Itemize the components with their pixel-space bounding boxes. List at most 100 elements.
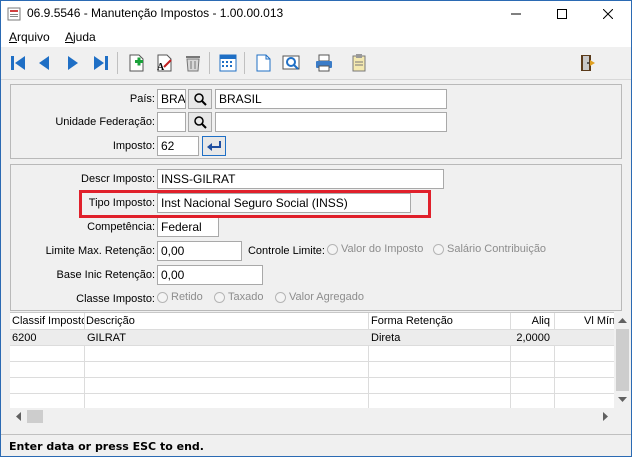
limite-retencao-field[interactable]: 0,00	[157, 241, 242, 261]
column-header-vl-min[interactable]: Vl Mín	[584, 315, 614, 327]
table-row-empty[interactable]	[10, 378, 614, 394]
cell-forma-retencao: Direta	[371, 332, 401, 344]
descr-imposto-label: Descr Imposto:	[81, 173, 155, 185]
table-row-empty[interactable]	[10, 362, 614, 378]
menu-bar: Arquivo Ajuda	[1, 27, 631, 47]
radio-retido[interactable]: Retido	[157, 291, 203, 303]
pais-label: País:	[129, 93, 155, 105]
radio-label: Taxado	[228, 291, 264, 303]
exit-button[interactable]	[575, 51, 599, 75]
title-bar: 06.9.5546 - Manutenção Impostos - 1.00.0…	[1, 1, 631, 27]
next-record-button[interactable]	[61, 51, 85, 75]
vertical-scrollbar[interactable]	[614, 312, 631, 408]
new-document-button[interactable]	[251, 51, 275, 75]
confirm-button[interactable]	[202, 136, 226, 156]
maximize-icon	[557, 9, 567, 19]
uf-lookup-button[interactable]	[188, 112, 212, 132]
new-document-icon	[256, 54, 271, 72]
menu-arquivo[interactable]: Arquivo	[9, 30, 50, 44]
impostos-grid[interactable]: Classif Imposto Descrição Forma Retenção…	[10, 312, 614, 409]
menu-ajuda[interactable]: Ajuda	[65, 30, 96, 44]
application-window: 06.9.5546 - Manutenção Impostos - 1.00.0…	[0, 0, 632, 457]
radio-label: Retido	[171, 291, 203, 303]
last-record-button[interactable]	[89, 51, 113, 75]
radio-circle	[433, 243, 444, 255]
search-icon	[194, 116, 207, 129]
uf-label: Unidade Federação:	[55, 116, 155, 128]
toolbar: A	[1, 47, 631, 80]
first-record-button[interactable]	[6, 51, 30, 75]
horizontal-scroll-thumb[interactable]	[27, 410, 43, 423]
pais-code-field[interactable]: BRA	[157, 89, 186, 109]
close-button[interactable]	[585, 1, 631, 27]
window-title: 06.9.5546 - Manutenção Impostos - 1.00.0…	[27, 6, 284, 20]
minimize-button[interactable]	[493, 1, 539, 27]
previous-record-button[interactable]	[32, 51, 56, 75]
column-header-forma-retencao[interactable]: Forma Retenção	[371, 315, 511, 327]
uf-code-field[interactable]	[157, 112, 186, 132]
column-header-classif[interactable]: Classif Imposto	[12, 315, 84, 327]
radio-salario-contribuicao[interactable]: Salário Contribuição	[433, 243, 546, 255]
previous-record-icon	[39, 56, 49, 70]
search-icon	[194, 93, 207, 106]
edit-icon: A	[157, 54, 172, 73]
cell-classif: 6200	[12, 332, 37, 344]
horizontal-scrollbar[interactable]	[10, 408, 614, 425]
delete-icon	[186, 56, 200, 72]
edit-button[interactable]: A	[152, 51, 176, 75]
preview-icon	[282, 55, 300, 70]
toolbar-separator	[117, 52, 118, 74]
minimize-icon	[511, 13, 521, 15]
add-button[interactable]	[124, 51, 148, 75]
first-record-icon	[11, 56, 25, 70]
radio-taxado[interactable]: Taxado	[214, 291, 263, 303]
pais-lookup-button[interactable]	[188, 89, 212, 109]
imposto-field[interactable]: 62	[157, 136, 199, 156]
scroll-down-icon[interactable]	[614, 391, 631, 408]
radio-label: Salário Contribuição	[447, 243, 547, 255]
calendar-icon	[219, 54, 237, 72]
toolbar-separator	[209, 52, 210, 74]
grid-header: Classif Imposto Descrição Forma Retenção…	[10, 313, 614, 330]
print-button[interactable]	[312, 51, 336, 75]
uf-name-field	[215, 112, 447, 132]
table-row[interactable]: 6200 GILRAT Direta 2,0000	[10, 330, 614, 346]
limite-retencao-label: Limite Max. Retenção:	[45, 245, 155, 257]
next-record-icon	[68, 56, 78, 70]
base-retencao-field[interactable]: 0,00	[157, 265, 263, 285]
pais-name-field: BRASIL	[215, 89, 447, 109]
scroll-right-icon[interactable]	[597, 408, 614, 425]
clipboard-button[interactable]	[347, 51, 371, 75]
last-record-icon	[94, 56, 108, 70]
svg-text:A: A	[157, 62, 165, 73]
close-icon	[603, 9, 613, 19]
delete-button[interactable]	[181, 51, 205, 75]
radio-circle	[157, 291, 168, 303]
radio-label: Valor do Imposto	[341, 243, 424, 255]
print-icon	[316, 54, 332, 72]
clipboard-icon	[352, 54, 366, 72]
cell-aliq: 2,0000	[516, 332, 550, 344]
competencia-label: Competência:	[87, 221, 155, 233]
preview-button[interactable]	[279, 51, 303, 75]
vertical-scroll-thumb[interactable]	[616, 329, 629, 391]
radio-label: Valor Agregado	[289, 291, 365, 303]
descr-imposto-field[interactable]: INSS-GILRAT	[157, 169, 444, 189]
radio-valor-agregado[interactable]: Valor Agregado	[275, 291, 364, 303]
radio-circle	[275, 291, 286, 303]
radio-valor-imposto[interactable]: Valor do Imposto	[327, 243, 423, 255]
competencia-field[interactable]: Federal	[157, 217, 219, 237]
column-header-descricao[interactable]: Descrição	[86, 315, 366, 327]
scroll-left-icon[interactable]	[10, 408, 27, 425]
imposto-label: Imposto:	[112, 140, 155, 152]
classe-imposto-label: Classe Imposto:	[76, 293, 155, 305]
detail-group: Descr Imposto: INSS-GILRAT Tipo Imposto:…	[10, 164, 622, 311]
table-row-empty[interactable]	[10, 346, 614, 362]
radio-circle	[327, 243, 338, 255]
exit-icon	[581, 55, 595, 71]
enter-icon	[207, 141, 221, 151]
column-header-aliq[interactable]: Aliq	[514, 315, 550, 327]
calendar-button[interactable]	[216, 51, 240, 75]
maximize-button[interactable]	[539, 1, 585, 27]
scroll-up-icon[interactable]	[614, 312, 631, 329]
